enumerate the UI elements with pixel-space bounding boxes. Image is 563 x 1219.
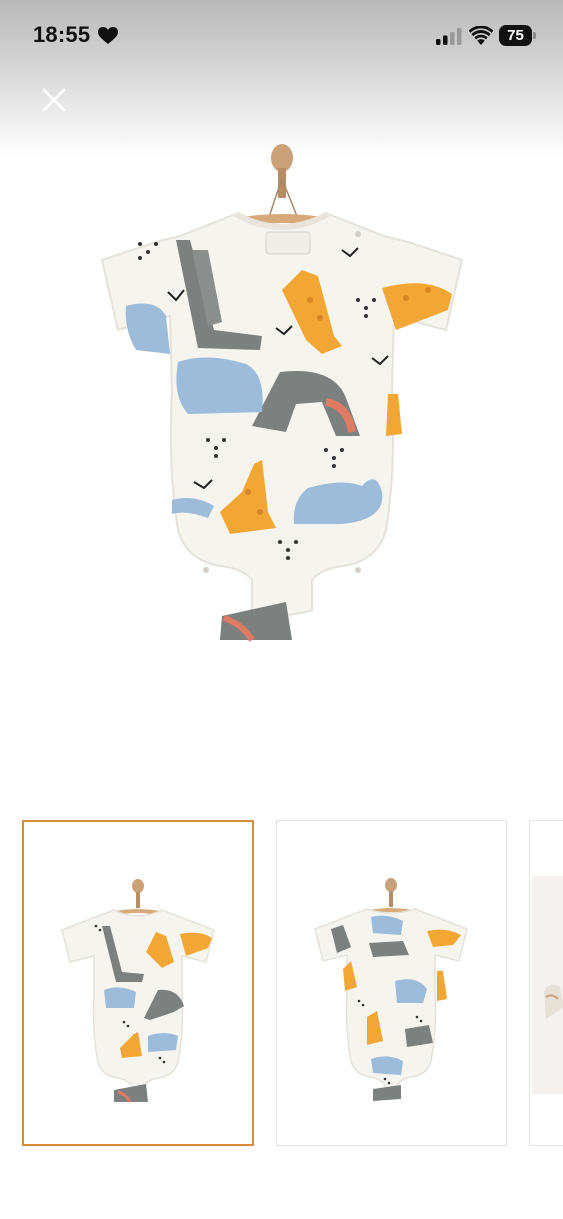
close-button[interactable] — [34, 80, 74, 120]
status-bar: 18:55 75 — [0, 0, 563, 72]
thumbnail-image-front — [61, 879, 215, 1103]
heart-icon — [98, 27, 118, 44]
product-image-main[interactable] — [96, 140, 468, 660]
thumbnail-partial-garment — [544, 984, 563, 1019]
thumbnail-2[interactable] — [276, 820, 507, 1146]
battery-level: 75 — [499, 25, 532, 46]
thumbnail-1-selected[interactable] — [22, 820, 254, 1146]
wifi-icon — [469, 26, 493, 45]
thumbnail-3-partial[interactable] — [529, 820, 563, 1146]
cellular-signal-icon — [436, 28, 462, 45]
battery-cap — [533, 32, 536, 39]
baby-bodysuit-image — [100, 144, 464, 642]
thumbnail-image-back — [314, 878, 468, 1101]
close-icon — [42, 88, 66, 112]
battery-icon: 75 — [499, 25, 538, 46]
status-time: 18:55 — [33, 22, 91, 47]
